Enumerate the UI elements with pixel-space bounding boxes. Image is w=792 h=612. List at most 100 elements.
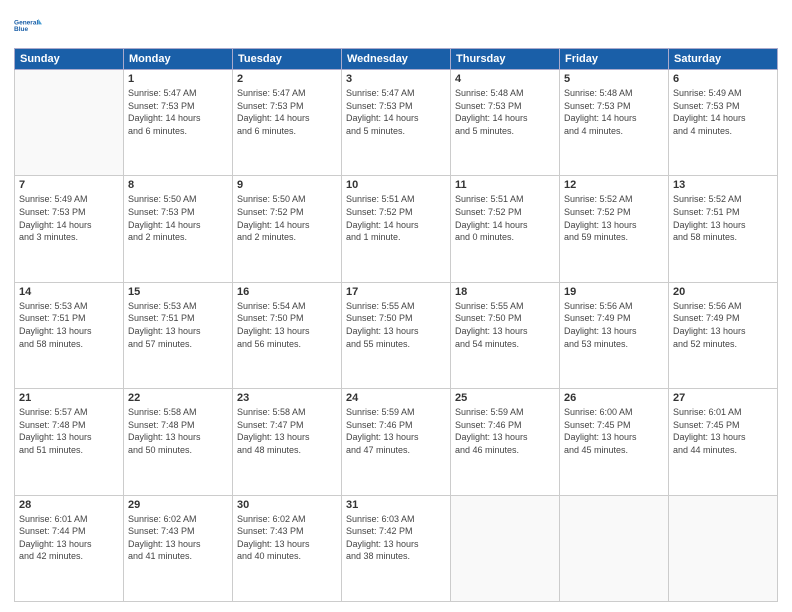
day-number: 5 — [564, 73, 664, 85]
weekday-wednesday: Wednesday — [342, 49, 451, 70]
day-number: 12 — [564, 179, 664, 191]
calendar-cell: 29Sunrise: 6:02 AM Sunset: 7:43 PM Dayli… — [124, 495, 233, 601]
calendar-cell: 24 Sunrise: 5:59 AM Sunset: 7:46 PM Dayli… — [342, 389, 451, 495]
calendar-cell: 30 Sunrise: 6:02 AM Sunset: 7:43 PM Dayli… — [233, 495, 342, 601]
calendar-cell: 28 Sunrise: 6:01 AM Sunset: 7:44 PM Dayli… — [15, 495, 124, 601]
day-info: Sunrise: 5:53 AM Sunset: 7:51 PM Dayligh… — [128, 300, 228, 350]
weekday-header-row: SundayMondayTuesdayWednesdayThursdayFrid… — [15, 49, 778, 70]
week-row-1: 1 Sunrise: 5:47 AM Sunset: 7:53 PM Daylig… — [15, 70, 778, 176]
calendar-cell: 22 Sunrise: 5:58 AM Sunset: 7:48 PM Dayli… — [124, 389, 233, 495]
day-number: 3 — [346, 73, 446, 85]
calendar: SundayMondayTuesdayWednesdayThursdayFrid… — [14, 48, 778, 602]
day-number: 31 — [346, 499, 446, 511]
calendar-cell: 1 Sunrise: 5:47 AM Sunset: 7:53 PM Daylig… — [124, 70, 233, 176]
calendar-cell: 19Sunrise: 5:56 AM Sunset: 7:49 PM Dayli… — [560, 282, 669, 388]
day-number: 17 — [346, 286, 446, 298]
weekday-tuesday: Tuesday — [233, 49, 342, 70]
calendar-cell: 2 Sunrise: 5:47 AM Sunset: 7:53 PM Daylig… — [233, 70, 342, 176]
calendar-cell: 16 Sunrise: 5:54 AM Sunset: 7:50 PM Dayli… — [233, 282, 342, 388]
calendar-cell: 10 Sunrise: 5:51 AM Sunset: 7:52 PM Dayli… — [342, 176, 451, 282]
calendar-cell: 6 Sunrise: 5:49 AM Sunset: 7:53 PM Daylig… — [669, 70, 778, 176]
week-row-5: 28 Sunrise: 6:01 AM Sunset: 7:44 PM Dayli… — [15, 495, 778, 601]
calendar-cell: 9 Sunrise: 5:50 AM Sunset: 7:52 PM Daylig… — [233, 176, 342, 282]
day-number: 19 — [564, 286, 664, 298]
day-info: Sunrise: 5:50 AM Sunset: 7:52 PM Dayligh… — [237, 193, 337, 243]
calendar-cell: 13 Sunrise: 5:52 AM Sunset: 7:51 PM Dayli… — [669, 176, 778, 282]
day-info: Sunrise: 5:49 AM Sunset: 7:53 PM Dayligh… — [673, 87, 773, 137]
day-info: Sunrise: 5:51 AM Sunset: 7:52 PM Dayligh… — [455, 193, 555, 243]
calendar-cell: 25Sunrise: 5:59 AM Sunset: 7:46 PM Dayli… — [451, 389, 560, 495]
day-number: 29 — [128, 499, 228, 511]
day-number: 6 — [673, 73, 773, 85]
day-info: Sunrise: 5:58 AM Sunset: 7:47 PM Dayligh… — [237, 406, 337, 456]
day-info: Sunrise: 5:51 AM Sunset: 7:52 PM Dayligh… — [346, 193, 446, 243]
calendar-cell — [560, 495, 669, 601]
calendar-cell: 11 Sunrise: 5:51 AM Sunset: 7:52 PM Dayli… — [451, 176, 560, 282]
weekday-monday: Monday — [124, 49, 233, 70]
day-number: 23 — [237, 392, 337, 404]
day-info: Sunrise: 5:52 AM Sunset: 7:51 PM Dayligh… — [673, 193, 773, 243]
day-info: Sunrise: 6:01 AM Sunset: 7:44 PM Dayligh… — [19, 513, 119, 563]
week-row-2: 7 Sunrise: 5:49 AM Sunset: 7:53 PM Daylig… — [15, 176, 778, 282]
day-number: 2 — [237, 73, 337, 85]
weekday-saturday: Saturday — [669, 49, 778, 70]
day-info: Sunrise: 5:50 AM Sunset: 7:53 PM Dayligh… — [128, 193, 228, 243]
day-info: Sunrise: 5:47 AM Sunset: 7:53 PM Dayligh… — [128, 87, 228, 137]
day-number: 10 — [346, 179, 446, 191]
calendar-cell: 23 Sunrise: 5:58 AM Sunset: 7:47 PM Dayli… — [233, 389, 342, 495]
calendar-cell: 20 Sunrise: 5:56 AM Sunset: 7:49 PM Dayli… — [669, 282, 778, 388]
calendar-cell: 5Sunrise: 5:48 AM Sunset: 7:53 PM Daylig… — [560, 70, 669, 176]
calendar-cell — [451, 495, 560, 601]
day-number: 1 — [128, 73, 228, 85]
day-info: Sunrise: 5:59 AM Sunset: 7:46 PM Dayligh… — [346, 406, 446, 456]
day-info: Sunrise: 5:57 AM Sunset: 7:48 PM Dayligh… — [19, 406, 119, 456]
day-info: Sunrise: 6:02 AM Sunset: 7:43 PM Dayligh… — [237, 513, 337, 563]
day-info: Sunrise: 5:54 AM Sunset: 7:50 PM Dayligh… — [237, 300, 337, 350]
day-info: Sunrise: 6:00 AM Sunset: 7:45 PM Dayligh… — [564, 406, 664, 456]
day-number: 14 — [19, 286, 119, 298]
calendar-cell: 27Sunrise: 6:01 AM Sunset: 7:45 PM Dayli… — [669, 389, 778, 495]
day-number: 25 — [455, 392, 555, 404]
calendar-cell: 31 Sunrise: 6:03 AM Sunset: 7:42 PM Dayli… — [342, 495, 451, 601]
day-number: 11 — [455, 179, 555, 191]
day-info: Sunrise: 6:03 AM Sunset: 7:42 PM Dayligh… — [346, 513, 446, 563]
calendar-cell: 15 Sunrise: 5:53 AM Sunset: 7:51 PM Dayli… — [124, 282, 233, 388]
logo-icon: GeneralBlue — [14, 12, 42, 40]
weekday-thursday: Thursday — [451, 49, 560, 70]
weekday-friday: Friday — [560, 49, 669, 70]
day-number: 7 — [19, 179, 119, 191]
svg-text:General: General — [14, 19, 38, 26]
day-number: 16 — [237, 286, 337, 298]
day-number: 9 — [237, 179, 337, 191]
day-number: 30 — [237, 499, 337, 511]
day-number: 15 — [128, 286, 228, 298]
day-info: Sunrise: 5:55 AM Sunset: 7:50 PM Dayligh… — [346, 300, 446, 350]
day-info: Sunrise: 5:47 AM Sunset: 7:53 PM Dayligh… — [237, 87, 337, 137]
calendar-cell: 21Sunrise: 5:57 AM Sunset: 7:48 PM Dayli… — [15, 389, 124, 495]
week-row-3: 14 Sunrise: 5:53 AM Sunset: 7:51 PM Dayli… — [15, 282, 778, 388]
header: GeneralBlue — [14, 12, 778, 40]
calendar-cell: 17 Sunrise: 5:55 AM Sunset: 7:50 PM Dayli… — [342, 282, 451, 388]
calendar-cell — [669, 495, 778, 601]
day-info: Sunrise: 5:56 AM Sunset: 7:49 PM Dayligh… — [673, 300, 773, 350]
calendar-cell: 18Sunrise: 5:55 AM Sunset: 7:50 PM Dayli… — [451, 282, 560, 388]
day-number: 13 — [673, 179, 773, 191]
weekday-sunday: Sunday — [15, 49, 124, 70]
logo: GeneralBlue — [14, 12, 42, 40]
day-info: Sunrise: 5:58 AM Sunset: 7:48 PM Dayligh… — [128, 406, 228, 456]
day-number: 28 — [19, 499, 119, 511]
day-number: 24 — [346, 392, 446, 404]
svg-text:Blue: Blue — [14, 26, 28, 33]
day-info: Sunrise: 5:53 AM Sunset: 7:51 PM Dayligh… — [19, 300, 119, 350]
calendar-cell: 8 Sunrise: 5:50 AM Sunset: 7:53 PM Daylig… — [124, 176, 233, 282]
calendar-cell: 26Sunrise: 6:00 AM Sunset: 7:45 PM Dayli… — [560, 389, 669, 495]
week-row-4: 21Sunrise: 5:57 AM Sunset: 7:48 PM Dayli… — [15, 389, 778, 495]
calendar-cell: 12Sunrise: 5:52 AM Sunset: 7:52 PM Dayli… — [560, 176, 669, 282]
day-info: Sunrise: 5:48 AM Sunset: 7:53 PM Dayligh… — [455, 87, 555, 137]
day-number: 20 — [673, 286, 773, 298]
day-info: Sunrise: 5:49 AM Sunset: 7:53 PM Dayligh… — [19, 193, 119, 243]
day-number: 22 — [128, 392, 228, 404]
day-number: 8 — [128, 179, 228, 191]
day-number: 18 — [455, 286, 555, 298]
day-number: 4 — [455, 73, 555, 85]
